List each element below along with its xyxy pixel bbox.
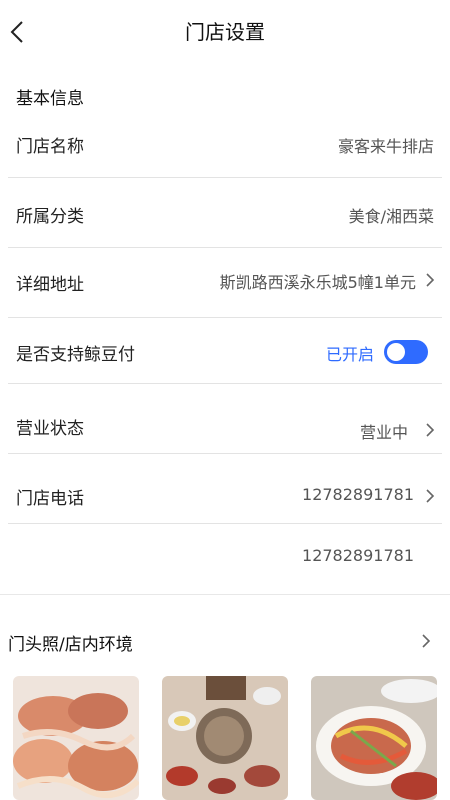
store-photo-2[interactable]: [162, 676, 288, 800]
row-phone[interactable]: 门店电话 12782891781: [0, 454, 450, 524]
jingdou-pay-toggle[interactable]: [384, 340, 428, 364]
photos-section-title: 门头照/店内环境: [8, 635, 133, 655]
row-category[interactable]: 所属分类 美食/湘西菜: [0, 178, 450, 248]
store-name-value: 豪客来牛排店: [337, 137, 434, 156]
phone-secondary-value: 12782891781: [302, 546, 414, 565]
chevron-right-icon: [426, 423, 435, 437]
chevron-right-icon: [426, 489, 435, 503]
phone-value: 12782891781: [302, 485, 414, 504]
business-status-value: 营业中: [359, 423, 408, 442]
jingdou-pay-label: 是否支持鲸豆付: [16, 345, 135, 365]
chevron-right-icon: [426, 273, 435, 287]
row-phone-secondary[interactable]: 12782891781: [0, 524, 450, 594]
store-name-label: 门店名称: [16, 137, 84, 157]
address-value: 斯凯路西溪永乐城5幢1单元: [219, 273, 416, 292]
section-divider: [0, 594, 450, 595]
section-title-basic-info: 基本信息: [16, 89, 84, 109]
jingdou-pay-status: 已开启: [325, 345, 374, 364]
row-business-status[interactable]: 营业状态 营业中: [0, 384, 450, 454]
category-value: 美食/湘西菜: [348, 207, 434, 226]
row-address[interactable]: 详细地址 斯凯路西溪永乐城5幢1单元: [0, 248, 450, 318]
phone-label: 门店电话: [16, 489, 84, 509]
store-photo-3[interactable]: [311, 676, 437, 800]
store-photo-1[interactable]: [13, 676, 139, 800]
row-jingdou-pay: 是否支持鲸豆付 已开启: [0, 318, 450, 384]
chevron-right-icon[interactable]: [420, 632, 432, 650]
page-title: 门店设置: [185, 20, 265, 44]
business-status-label: 营业状态: [16, 419, 84, 439]
category-label: 所属分类: [16, 207, 84, 227]
toggle-knob: [387, 343, 405, 361]
address-label: 详细地址: [16, 275, 84, 295]
row-store-name[interactable]: 门店名称 豪客来牛排店: [0, 108, 450, 178]
